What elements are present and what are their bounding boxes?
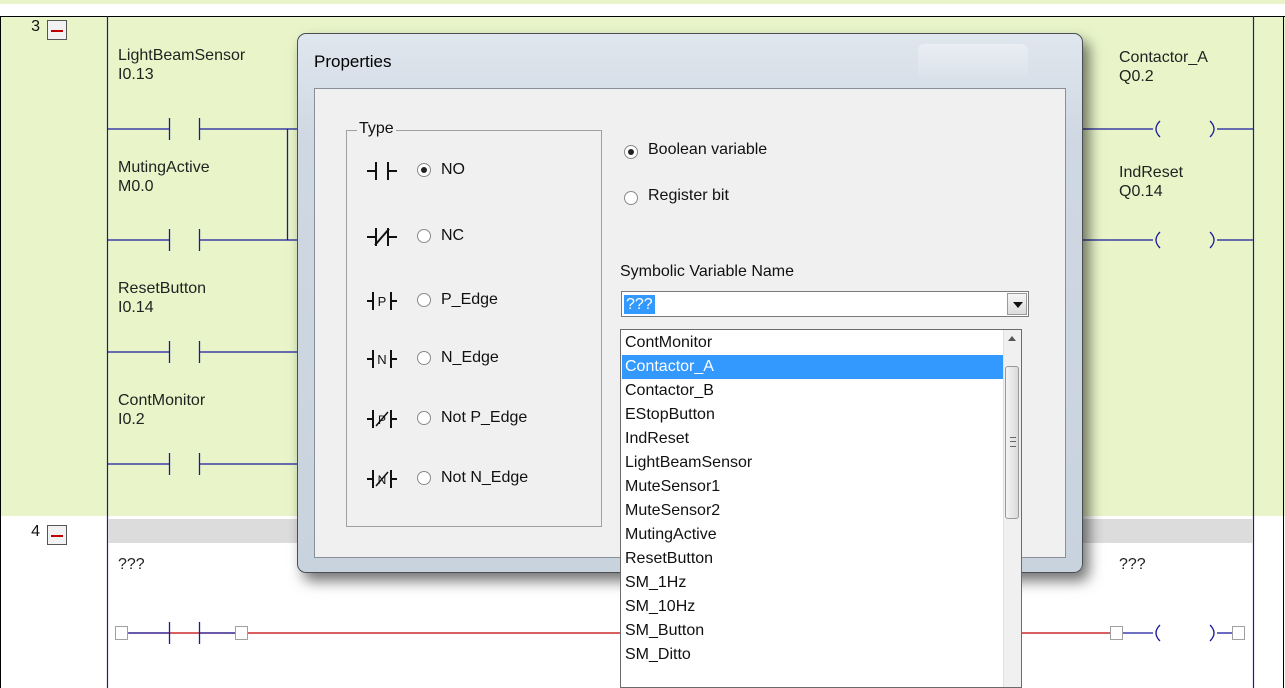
grip-icon	[1010, 437, 1016, 447]
dropdown-item[interactable]: MuteSensor1	[622, 475, 1003, 499]
contact-no-icon	[367, 162, 397, 180]
contact-not-n-edge-icon: N	[367, 470, 397, 488]
boolean-variable-option[interactable]: Boolean variable	[624, 141, 924, 163]
type-groupbox: Type NO NC P P_Edge N N_Edge P Not P_Edg…	[346, 120, 602, 527]
dropdown-item[interactable]: SM_Ditto	[622, 643, 1003, 667]
contact-address: M0.0	[118, 178, 154, 195]
coil-name: Contactor_A	[1119, 49, 1208, 66]
rung-number-3: 3	[0, 18, 95, 58]
contact-p-edge-icon: P	[367, 292, 397, 310]
contact-name: ResetButton	[118, 280, 207, 297]
dropdown-item[interactable]: Contactor_B	[622, 379, 1003, 403]
scroll-up-arrow-icon[interactable]	[1004, 330, 1021, 347]
type-option-not-p-edge[interactable]: P Not P_Edge	[367, 407, 597, 431]
contact-name: MutingActive	[118, 159, 210, 176]
type-option-nc[interactable]: NC	[367, 225, 597, 249]
coil-contactor-a[interactable]: Contactor_A Q0.2	[1119, 48, 1208, 86]
symbolic-variable-combobox[interactable]: ???	[621, 291, 1029, 317]
rung-number-4: 4	[0, 523, 95, 563]
register-bit-radio[interactable]	[624, 191, 638, 205]
boolean-variable-label: Boolean variable	[648, 141, 768, 158]
dropdown-item[interactable]: SM_1Hz	[622, 571, 1003, 595]
contact-contmonitor[interactable]: ContMonitor I0.2	[118, 391, 205, 429]
type-nc-radio[interactable]	[417, 229, 431, 243]
type-nc-label: NC	[441, 227, 465, 244]
dialog-title: Properties	[314, 52, 392, 71]
register-bit-label: Register bit	[648, 187, 729, 204]
dropdown-item[interactable]: MuteSensor2	[622, 499, 1003, 523]
symbolic-variable-dropdown[interactable]: ContMonitor Contactor_A Contactor_B ESto…	[620, 329, 1022, 688]
svg-text:P: P	[378, 294, 387, 309]
scrollbar-thumb[interactable]	[1005, 366, 1019, 519]
rung-number-label: 3	[31, 18, 40, 35]
dropdown-item[interactable]: EStopButton	[622, 403, 1003, 427]
rung-number-label: 4	[31, 523, 40, 540]
boolean-variable-radio[interactable]	[624, 145, 638, 159]
contact-address: I0.2	[118, 411, 145, 428]
svg-text:N: N	[378, 473, 387, 487]
coil-indreset[interactable]: IndReset Q0.14	[1119, 163, 1183, 201]
dropdown-item[interactable]: MutingActive	[622, 523, 1003, 547]
type-option-no[interactable]: NO	[367, 159, 597, 183]
type-p-edge-label: P_Edge	[441, 291, 498, 308]
register-bit-option[interactable]: Register bit	[624, 187, 924, 209]
type-no-label: NO	[441, 161, 465, 178]
coil-address: Q0.14	[1119, 183, 1163, 200]
dropdown-item[interactable]: IndReset	[622, 427, 1003, 451]
dropdown-item[interactable]: LightBeamSensor	[622, 451, 1003, 475]
contact-address: I0.13	[118, 66, 154, 83]
coil-name: IndReset	[1119, 164, 1184, 181]
dropdown-item[interactable]: ContMonitor	[622, 331, 1003, 355]
type-n-edge-label: N_Edge	[441, 349, 499, 366]
title-bar-glow	[918, 44, 1028, 78]
type-option-n-edge[interactable]: N N_Edge	[367, 347, 597, 371]
dropdown-item[interactable]: SM_10Hz	[622, 595, 1003, 619]
contact-name: LightBeamSensor	[118, 47, 246, 64]
type-p-edge-radio[interactable]	[417, 293, 431, 307]
collapse-rung-button[interactable]	[47, 525, 67, 545]
contact-not-p-edge-icon: P	[367, 410, 397, 428]
symbolic-variable-value[interactable]: ???	[624, 295, 655, 314]
coil-address: Q0.2	[1119, 68, 1154, 85]
contact-address: I0.14	[118, 299, 154, 316]
dropdown-scrollbar[interactable]	[1003, 330, 1021, 687]
contact-lightbeamsensor[interactable]: LightBeamSensor I0.13	[118, 46, 245, 84]
svg-text:P: P	[378, 413, 386, 427]
dropdown-item-selected[interactable]: Contactor_A	[622, 355, 1003, 379]
type-legend: Type	[357, 120, 396, 138]
type-no-radio[interactable]	[417, 163, 431, 177]
contact-mutingactive[interactable]: MutingActive M0.0	[118, 158, 210, 196]
type-n-edge-radio[interactable]	[417, 351, 431, 365]
type-not-p-edge-radio[interactable]	[417, 411, 431, 425]
contact-resetbutton[interactable]: ResetButton I0.14	[118, 279, 206, 317]
type-option-p-edge[interactable]: P P_Edge	[367, 289, 597, 313]
type-option-not-n-edge[interactable]: N Not N_Edge	[367, 467, 597, 491]
contact-nc-icon	[367, 228, 397, 246]
dropdown-item[interactable]: SM_Button	[622, 619, 1003, 643]
contact-n-edge-icon: N	[367, 350, 397, 368]
type-not-n-edge-radio[interactable]	[417, 471, 431, 485]
collapse-rung-button[interactable]	[47, 20, 67, 40]
rung-4-contact-name[interactable]: ???	[118, 555, 145, 574]
type-not-n-edge-label: Not N_Edge	[441, 469, 529, 486]
type-not-p-edge-label: Not P_Edge	[441, 409, 528, 426]
svg-text:N: N	[377, 352, 386, 367]
chevron-down-icon[interactable]	[1007, 293, 1027, 315]
contact-name: ContMonitor	[118, 392, 206, 409]
dropdown-item[interactable]: ResetButton	[622, 547, 1003, 571]
rung-4-coil-name[interactable]: ???	[1119, 555, 1146, 574]
symbolic-variable-name-label: Symbolic Variable Name	[620, 263, 794, 280]
